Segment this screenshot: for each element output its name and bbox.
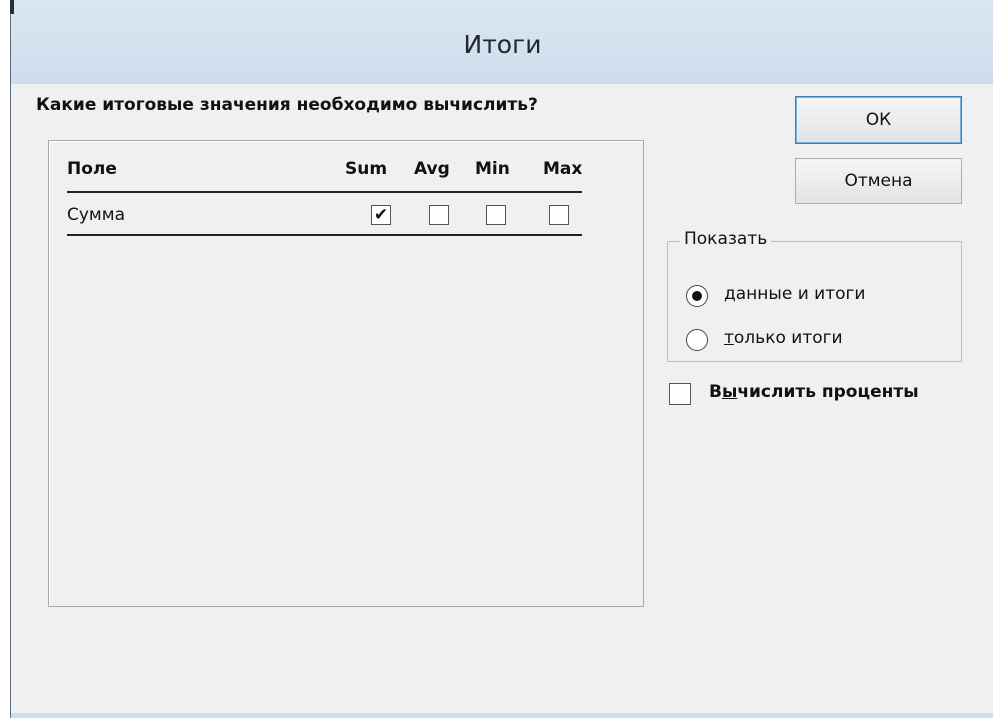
calculate-percent-checkbox[interactable] — [669, 383, 691, 405]
column-header-sum: Sum — [345, 159, 388, 179]
column-header-field: Поле — [67, 159, 117, 179]
dialog-body: Какие итоговые значения необходимо вычис… — [10, 84, 993, 718]
min-checkbox[interactable] — [486, 205, 506, 225]
question-label: Какие итоговые значения необходимо вычис… — [36, 95, 538, 115]
column-header-max: Max — [543, 159, 583, 179]
window-bottom-edge — [11, 713, 993, 718]
row-label-summa: Сумма — [67, 205, 125, 225]
checkmark-icon: ✔ — [373, 205, 389, 225]
window-corner — [10, 0, 14, 14]
row-divider — [67, 234, 582, 236]
avg-checkbox[interactable] — [429, 205, 449, 225]
column-header-avg: Avg — [414, 159, 450, 179]
radio-selected-dot — [692, 291, 702, 301]
radio-totals-only[interactable] — [686, 329, 708, 351]
window-title: Итоги — [463, 30, 542, 59]
ok-button[interactable]: ОК — [795, 96, 962, 144]
calculate-percent-label[interactable]: Вычислить проценты — [709, 382, 919, 402]
summary-fields-panel: Поле Sum Avg Min Max Сумма ✔ — [48, 140, 644, 607]
cancel-button[interactable]: Отмена — [795, 158, 962, 204]
radio-label-data-and-totals[interactable]: данные и итоги — [724, 284, 865, 304]
column-header-min: Min — [475, 159, 510, 179]
header-divider — [67, 191, 582, 193]
sum-checkbox[interactable]: ✔ — [371, 205, 391, 225]
title-bar: Итоги — [10, 0, 993, 84]
show-group-legend: Показать — [680, 229, 772, 249]
radio-data-and-totals[interactable] — [686, 285, 708, 307]
max-checkbox[interactable] — [549, 205, 569, 225]
show-options-group: Показать данные и итоги только итоги — [667, 229, 962, 362]
radio-label-totals-only[interactable]: только итоги — [724, 328, 843, 348]
